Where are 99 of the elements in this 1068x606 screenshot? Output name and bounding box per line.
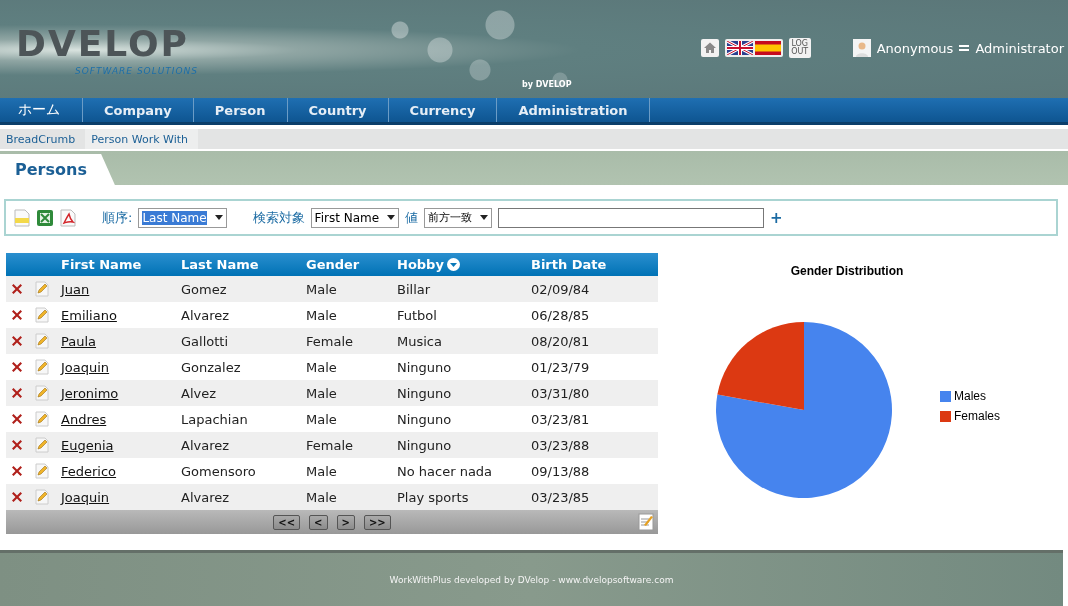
table-cell: Gallotti bbox=[181, 333, 229, 349]
chart-title: Gender Distribution bbox=[789, 264, 905, 278]
table-cell: 06/28/85 bbox=[531, 307, 590, 323]
add-filter-button[interactable]: + bbox=[770, 208, 783, 227]
pdf-icon[interactable] bbox=[60, 208, 76, 227]
sort-descending-icon[interactable] bbox=[446, 258, 460, 271]
match-mode-dropdown[interactable]: 前方一致 bbox=[424, 207, 493, 228]
breadcrumb-item[interactable]: Person Work With bbox=[85, 129, 198, 149]
search-by-label: 検索対象 bbox=[252, 208, 305, 227]
uk-flag-icon[interactable] bbox=[726, 41, 753, 55]
table-cell: Alvarez bbox=[181, 437, 230, 453]
delete-icon[interactable] bbox=[11, 413, 23, 425]
edit-icon[interactable] bbox=[35, 437, 49, 453]
table-cell: Alvez bbox=[181, 385, 217, 401]
edit-icon[interactable] bbox=[35, 411, 49, 427]
home-icon[interactable] bbox=[700, 39, 719, 57]
table-cell: Ninguno bbox=[397, 437, 452, 453]
menu-item[interactable]: Administration bbox=[497, 98, 650, 122]
delete-icon[interactable] bbox=[11, 465, 23, 477]
edit-icon[interactable] bbox=[638, 513, 654, 531]
table-cell: 09/13/88 bbox=[531, 463, 590, 479]
breadcrumb-item[interactable]: BreadCrumb bbox=[0, 129, 86, 149]
person-link[interactable]: Emiliano bbox=[61, 307, 117, 323]
pager-button[interactable]: < bbox=[309, 514, 328, 530]
user-name: Anonymous bbox=[876, 40, 954, 56]
table-cell: Female bbox=[306, 437, 353, 453]
person-link[interactable]: Paula bbox=[61, 333, 97, 349]
edit-icon[interactable] bbox=[35, 463, 49, 479]
search-field-dropdown[interactable]: First Name bbox=[310, 207, 400, 228]
logo: DVELOP bbox=[16, 22, 190, 66]
person-link[interactable]: Juan bbox=[61, 281, 90, 297]
menu-item[interactable]: Country bbox=[287, 98, 389, 122]
table-cell: Male bbox=[306, 385, 337, 401]
table-cell: Male bbox=[306, 463, 337, 479]
table-cell: Gonzalez bbox=[181, 359, 241, 375]
table-cell: Alvarez bbox=[181, 489, 230, 505]
pager-button[interactable]: >> bbox=[363, 514, 391, 530]
person-link[interactable]: Andres bbox=[61, 411, 107, 427]
order-label: 順序: bbox=[102, 208, 133, 227]
table-cell: Play sports bbox=[397, 489, 469, 505]
menu-item[interactable]: Person bbox=[193, 98, 288, 122]
logout-button[interactable]: LOG OUT bbox=[788, 38, 811, 58]
menu-item[interactable]: Currency bbox=[388, 98, 498, 122]
edit-icon[interactable] bbox=[35, 333, 49, 349]
menu-item[interactable]: ホーム bbox=[0, 98, 83, 122]
table-cell: Gomensoro bbox=[181, 463, 256, 479]
delete-icon[interactable] bbox=[11, 309, 23, 321]
table-cell: No hacer nada bbox=[397, 463, 493, 479]
table-cell: Billar bbox=[397, 281, 431, 297]
order-dropdown[interactable]: Last Name bbox=[138, 207, 227, 228]
edit-icon[interactable] bbox=[35, 489, 49, 505]
table-cell: Musica bbox=[397, 333, 442, 349]
spain-flag-icon[interactable] bbox=[754, 41, 781, 55]
pager-button[interactable]: > bbox=[336, 514, 355, 530]
edit-icon[interactable] bbox=[35, 281, 49, 297]
table-cell: Ninguno bbox=[397, 359, 452, 375]
person-link[interactable]: Joaquin bbox=[61, 359, 110, 375]
delete-icon[interactable] bbox=[11, 439, 23, 451]
table-cell: 02/09/84 bbox=[531, 281, 590, 297]
table-cell: Ninguno bbox=[397, 385, 452, 401]
table-cell: Futbol bbox=[397, 307, 437, 323]
footer-text: WorkWithPlus developed by DVelop - www.dvelopsoftware.com bbox=[389, 574, 674, 585]
logo-tagline: SOFTWARE SOLUTIONS bbox=[75, 66, 198, 76]
table-cell: 01/23/79 bbox=[531, 359, 590, 375]
table-cell: Male bbox=[306, 489, 337, 505]
table-cell: 08/20/81 bbox=[531, 333, 590, 349]
edit-icon[interactable] bbox=[35, 359, 49, 375]
table-cell: Male bbox=[306, 281, 337, 297]
delete-icon[interactable] bbox=[11, 361, 23, 373]
table-cell: Lapachian bbox=[181, 411, 248, 427]
search-input[interactable] bbox=[498, 207, 765, 228]
table-cell: 03/23/88 bbox=[531, 437, 590, 453]
value-label: 値 bbox=[405, 208, 419, 227]
table-cell: Male bbox=[306, 307, 337, 323]
powered-by-logo: by DVELOP bbox=[522, 80, 572, 89]
delete-icon[interactable] bbox=[11, 387, 23, 399]
table-cell: Gomez bbox=[181, 281, 227, 297]
table-cell: Female bbox=[306, 333, 353, 349]
table-cell: Male bbox=[306, 359, 337, 375]
table-cell: Male bbox=[306, 411, 337, 427]
menu-item[interactable]: Company bbox=[83, 98, 194, 122]
legend-label: Females bbox=[954, 409, 1000, 423]
person-link[interactable]: Federico bbox=[61, 463, 117, 479]
table-cell: Alvarez bbox=[181, 307, 230, 323]
separator-icon bbox=[959, 45, 970, 51]
edit-icon[interactable] bbox=[35, 307, 49, 323]
user-icon bbox=[852, 39, 871, 57]
pager-button[interactable]: << bbox=[273, 514, 301, 530]
delete-icon[interactable] bbox=[11, 335, 23, 347]
legend-label: Males bbox=[954, 389, 986, 403]
delete-icon[interactable] bbox=[11, 283, 23, 295]
table-cell: Ninguno bbox=[397, 411, 452, 427]
user-role: Administrator bbox=[975, 40, 1064, 56]
table-cell: 03/31/80 bbox=[531, 385, 590, 401]
table-cell: 03/23/81 bbox=[531, 411, 590, 427]
spreadsheet-icon[interactable] bbox=[36, 208, 54, 227]
delete-icon[interactable] bbox=[11, 491, 23, 503]
edit-icon[interactable] bbox=[35, 385, 49, 401]
table-cell: 03/23/85 bbox=[531, 489, 590, 505]
